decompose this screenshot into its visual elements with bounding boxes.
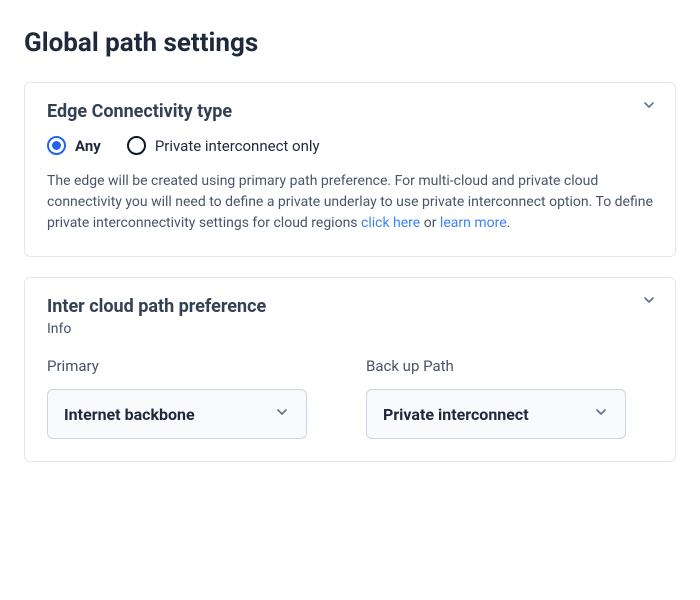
intercloud-subtext: Info bbox=[47, 321, 653, 337]
description-text: . bbox=[507, 215, 511, 231]
radio-icon bbox=[47, 136, 66, 155]
chevron-down-icon[interactable] bbox=[641, 292, 657, 312]
backup-select[interactable]: Private interconnect bbox=[366, 389, 626, 439]
edge-connectivity-title: Edge Connectivity type bbox=[47, 101, 653, 122]
backup-select-value: Private interconnect bbox=[383, 405, 529, 424]
page-title: Global path settings bbox=[24, 28, 676, 58]
radio-private-label: Private interconnect only bbox=[155, 137, 320, 155]
chevron-down-icon[interactable] bbox=[641, 97, 657, 117]
edge-connectivity-description: The edge will be created using primary p… bbox=[47, 171, 653, 234]
backup-select-col: Back up Path Private interconnect bbox=[366, 357, 653, 439]
learn-more-link[interactable]: learn more bbox=[440, 215, 507, 231]
intercloud-card: Inter cloud path preference Info Primary… bbox=[24, 277, 676, 462]
click-here-link[interactable]: click here bbox=[361, 215, 420, 231]
intercloud-title: Inter cloud path preference bbox=[47, 296, 653, 317]
primary-select-value: Internet backbone bbox=[64, 405, 195, 424]
edge-connectivity-card: Edge Connectivity type Any Private inter… bbox=[24, 82, 676, 257]
path-select-row: Primary Internet backbone Back up Path P… bbox=[47, 357, 653, 439]
primary-select[interactable]: Internet backbone bbox=[47, 389, 307, 439]
chevron-down-icon bbox=[274, 404, 290, 424]
backup-label: Back up Path bbox=[366, 357, 653, 375]
radio-icon bbox=[127, 136, 146, 155]
chevron-down-icon bbox=[593, 404, 609, 424]
description-text: The edge will be created using primary p… bbox=[47, 173, 653, 231]
primary-label: Primary bbox=[47, 357, 334, 375]
primary-select-col: Primary Internet backbone bbox=[47, 357, 334, 439]
radio-any-label: Any bbox=[75, 137, 101, 155]
radio-private[interactable]: Private interconnect only bbox=[127, 136, 320, 155]
radio-any[interactable]: Any bbox=[47, 136, 101, 155]
description-text: or bbox=[420, 215, 440, 231]
connectivity-radio-group: Any Private interconnect only bbox=[47, 136, 653, 155]
